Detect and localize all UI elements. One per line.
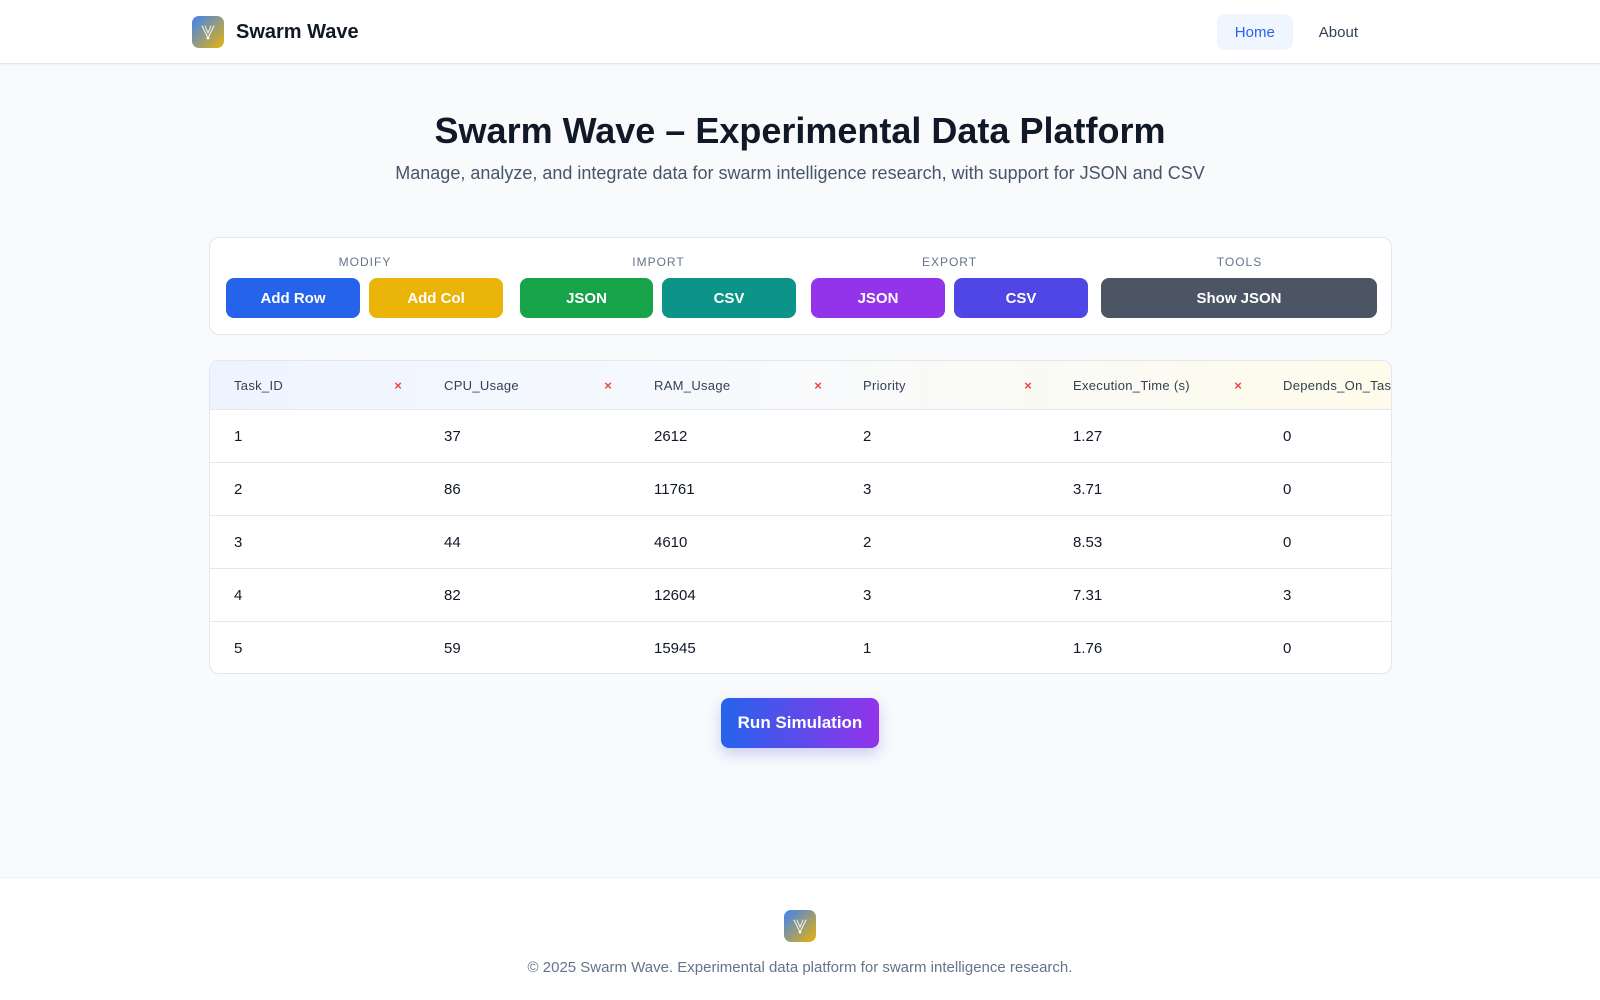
table-header: Task_ID × CPU_Usage × RAM_Usage × Priori…: [210, 361, 1392, 410]
table-cell[interactable]: 37: [444, 410, 461, 463]
table-row: 2 86 11761 3 3.71 0: [210, 463, 1391, 516]
table-cell[interactable]: 12604: [654, 569, 696, 622]
table-cell[interactable]: 3: [863, 463, 871, 516]
table-cell[interactable]: 0: [1283, 410, 1291, 463]
group-label-import: IMPORT: [632, 255, 685, 269]
run-simulation-button[interactable]: Run Simulation: [721, 698, 879, 748]
table-cell[interactable]: 1.27: [1073, 410, 1102, 463]
column-label: Task_ID: [234, 378, 284, 393]
close-icon[interactable]: ×: [390, 377, 406, 393]
nav-home[interactable]: Home: [1216, 14, 1293, 50]
export-json-button[interactable]: JSON: [811, 278, 945, 318]
table-cell[interactable]: 3: [234, 516, 242, 569]
table-cell[interactable]: 0: [1283, 622, 1291, 673]
close-icon[interactable]: ×: [1020, 377, 1036, 393]
nav-about[interactable]: About: [1301, 14, 1376, 50]
table-cell[interactable]: 2: [863, 516, 871, 569]
import-csv-button[interactable]: CSV: [662, 278, 796, 318]
brand[interactable]: Swarm Wave: [192, 16, 359, 48]
data-toolbar: MODIFY Add Row Add Col IMPORT JSON CSV E…: [209, 237, 1392, 335]
column-header-depends-on-task: Depends_On_Tas: [1283, 361, 1392, 410]
table-row: 4 82 12604 3 7.31 3: [210, 569, 1391, 622]
table-cell[interactable]: 2: [234, 463, 242, 516]
top-navbar: Swarm Wave Home About: [0, 0, 1600, 64]
table-cell[interactable]: 5: [234, 622, 242, 673]
close-icon[interactable]: ×: [1230, 377, 1246, 393]
toolbar-group-tools: TOOLS Show JSON: [1101, 238, 1378, 336]
table-cell[interactable]: 1.76: [1073, 622, 1102, 673]
import-json-button[interactable]: JSON: [520, 278, 653, 318]
table-cell[interactable]: 1: [863, 622, 871, 673]
add-row-button[interactable]: Add Row: [226, 278, 360, 318]
table-cell[interactable]: 0: [1283, 463, 1291, 516]
swarm-logo-icon: [784, 910, 816, 942]
table-cell[interactable]: 3: [1283, 569, 1291, 622]
table-cell[interactable]: 44: [444, 516, 461, 569]
toolbar-group-modify: MODIFY Add Row Add Col: [226, 238, 504, 336]
close-icon[interactable]: ×: [600, 377, 616, 393]
table-cell[interactable]: 0: [1283, 516, 1291, 569]
table-row: 1 37 2612 2 1.27 0: [210, 410, 1391, 463]
table-row: 3 44 4610 2 8.53 0: [210, 516, 1391, 569]
table-cell[interactable]: 1: [234, 410, 242, 463]
table-cell[interactable]: 4: [234, 569, 242, 622]
toolbar-group-export: EXPORT JSON CSV: [811, 238, 1088, 336]
footer: © 2025 Swarm Wave. Experimental data pla…: [0, 877, 1600, 1000]
add-column-button[interactable]: Add Col: [369, 278, 503, 318]
table-cell[interactable]: 7.31: [1073, 569, 1102, 622]
table-cell[interactable]: 4610: [654, 516, 687, 569]
group-label-export: EXPORT: [921, 255, 978, 269]
column-label: Depends_On_Tas: [1283, 378, 1392, 393]
table-cell[interactable]: 3: [863, 569, 871, 622]
group-label-modify: MODIFY: [338, 255, 392, 269]
swarm-logo-icon: [192, 16, 224, 48]
main-nav: Home About: [1216, 14, 1376, 50]
table-cell[interactable]: 2: [863, 410, 871, 463]
column-label: Execution_Time (s): [1073, 378, 1190, 393]
page-title: Swarm Wave – Experimental Data Platform: [434, 110, 1166, 151]
table-cell[interactable]: 3.71: [1073, 463, 1102, 516]
close-icon[interactable]: ×: [810, 377, 826, 393]
table-cell[interactable]: 15945: [654, 622, 696, 673]
toolbar-group-import: IMPORT JSON CSV: [520, 238, 797, 336]
export-csv-button[interactable]: CSV: [954, 278, 1088, 318]
table-cell[interactable]: 59: [444, 622, 461, 673]
show-json-button[interactable]: Show JSON: [1101, 278, 1377, 318]
page-subtitle: Manage, analyze, and integrate data for …: [395, 163, 1205, 183]
column-label: RAM_Usage: [654, 378, 731, 393]
table-cell[interactable]: 86: [444, 463, 461, 516]
table-row: 5 59 15945 1 1.76 0: [210, 622, 1391, 673]
data-table: Task_ID × CPU_Usage × RAM_Usage × Priori…: [209, 360, 1392, 674]
column-label: Priority: [863, 378, 906, 393]
column-label: CPU_Usage: [444, 378, 519, 393]
table-cell[interactable]: 2612: [654, 410, 687, 463]
table-cell[interactable]: 82: [444, 569, 461, 622]
table-cell[interactable]: 11761: [654, 463, 695, 516]
group-label-tools: TOOLS: [1216, 255, 1263, 269]
table-cell[interactable]: 8.53: [1073, 516, 1102, 569]
brand-name: Swarm Wave: [236, 20, 359, 43]
footer-copyright: © 2025 Swarm Wave. Experimental data pla…: [527, 959, 1073, 976]
